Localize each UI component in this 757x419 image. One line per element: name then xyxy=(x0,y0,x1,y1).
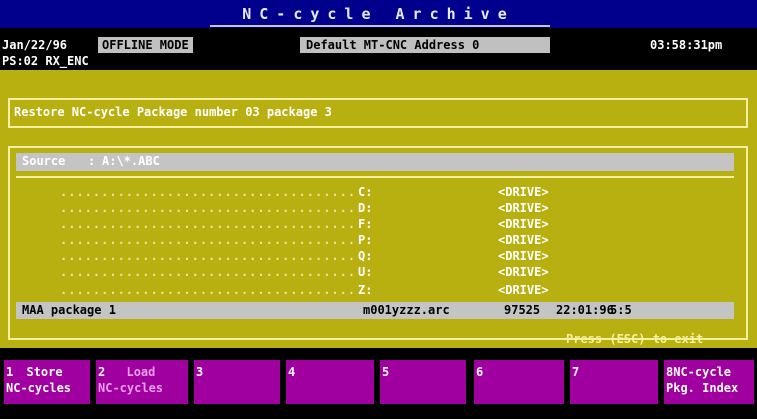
package-file: m001yzzz.arc xyxy=(363,303,450,317)
drive-dots: .................................... xyxy=(60,233,357,247)
drive-dots: .................................... xyxy=(60,265,357,279)
fkey-number: 5 xyxy=(382,365,390,379)
drive-row-d[interactable]: .................................... D: … xyxy=(60,200,740,216)
fkey-label-line2: NC-cycles xyxy=(98,381,164,395)
source-separator: : xyxy=(88,154,96,168)
fkey-4-button[interactable]: 4 xyxy=(286,360,374,404)
fkey-label-line1: NC-cycle xyxy=(673,365,732,379)
drive-type: <DRIVE> xyxy=(498,265,549,279)
fkey-2-load-button[interactable]: 2 Load NC-cycles xyxy=(96,360,188,404)
drive-dots: .................................... xyxy=(60,249,357,263)
drive-row-p[interactable]: .................................... P: … xyxy=(60,232,740,248)
status-date: Jan/22/96 xyxy=(2,38,68,52)
fkey-number: 2 xyxy=(98,365,106,379)
drive-type: <DRIVE> xyxy=(498,283,549,297)
drive-dots: .................................... xyxy=(60,185,357,199)
title-underline xyxy=(210,25,550,27)
drive-row-c[interactable]: .................................... C: … xyxy=(60,184,740,200)
drive-dots: .................................... xyxy=(60,217,357,231)
drive-letter: F: xyxy=(358,217,373,231)
selected-package-row[interactable]: MAA package 1 m001yzzz.arc 97525 22:01:9… xyxy=(16,302,734,319)
fkey-label-line2: NC-cycles xyxy=(6,381,72,395)
source-input[interactable]: A:\*.ABC xyxy=(102,154,160,168)
drive-type: <DRIVE> xyxy=(498,185,549,199)
package-size: 97525 xyxy=(504,303,541,317)
offline-mode-badge: OFFLINE MODE xyxy=(98,37,193,53)
fkey-number: 6 xyxy=(476,365,484,379)
restore-title: Restore NC-cycle Package number 03 packa… xyxy=(14,105,332,119)
drive-row-z[interactable]: .................................... Z: … xyxy=(60,282,740,298)
drive-letter: P: xyxy=(358,233,373,247)
drive-letter: Q: xyxy=(358,249,373,263)
package-time: 5:5 xyxy=(610,303,632,317)
fkey-1-store-button[interactable]: 1 Store NC-cycles xyxy=(4,360,90,404)
drive-row-q[interactable]: .................................... Q: … xyxy=(60,248,740,264)
drive-type: <DRIVE> xyxy=(498,201,549,215)
fkey-label-line1: Store xyxy=(26,365,63,379)
ps-line: PS:02 RX_ENC xyxy=(2,54,89,68)
fkey-number: 7 xyxy=(572,365,580,379)
drive-letter: C: xyxy=(358,185,373,199)
fkey-5-button[interactable]: 5 xyxy=(380,360,466,404)
drive-type: <DRIVE> xyxy=(498,217,549,231)
drive-letter: D: xyxy=(358,201,373,215)
fkey-6-button[interactable]: 6 xyxy=(474,360,564,404)
drive-type: <DRIVE> xyxy=(498,249,549,263)
drive-dots: .................................... xyxy=(60,283,357,297)
default-address-field: Default MT-CNC Address 0 xyxy=(300,37,550,53)
exit-hint: Press (ESC) to exit xyxy=(566,332,704,346)
drive-type: <DRIVE> xyxy=(498,233,549,247)
drive-row-u[interactable]: .................................... U: … xyxy=(60,264,740,280)
fkey-label-line1: Load xyxy=(126,365,156,379)
package-name: MAA package 1 xyxy=(22,303,116,317)
drive-row-f[interactable]: .................................... F: … xyxy=(60,216,740,232)
window-title: NC-cycle Archive xyxy=(0,0,757,28)
fkey-8-pkg-index-button[interactable]: 8NC-cycle Pkg. Index xyxy=(664,360,754,404)
drive-dots: .................................... xyxy=(60,201,357,215)
source-divider xyxy=(16,176,734,178)
drive-letter: Z: xyxy=(358,283,373,297)
source-label: Source xyxy=(22,154,66,168)
fkey-3-button[interactable]: 3 xyxy=(194,360,280,404)
fkey-number: 4 xyxy=(288,365,296,379)
package-date: 22:01:96 xyxy=(556,303,614,317)
fkey-number: 3 xyxy=(196,365,204,379)
fkey-number: 1 xyxy=(6,365,14,379)
status-clock: 03:58:31pm xyxy=(650,38,723,52)
drive-letter: U: xyxy=(358,265,373,279)
fkey-7-button[interactable]: 7 xyxy=(570,360,658,404)
fkey-label-line2: Pkg. Index xyxy=(666,381,739,395)
